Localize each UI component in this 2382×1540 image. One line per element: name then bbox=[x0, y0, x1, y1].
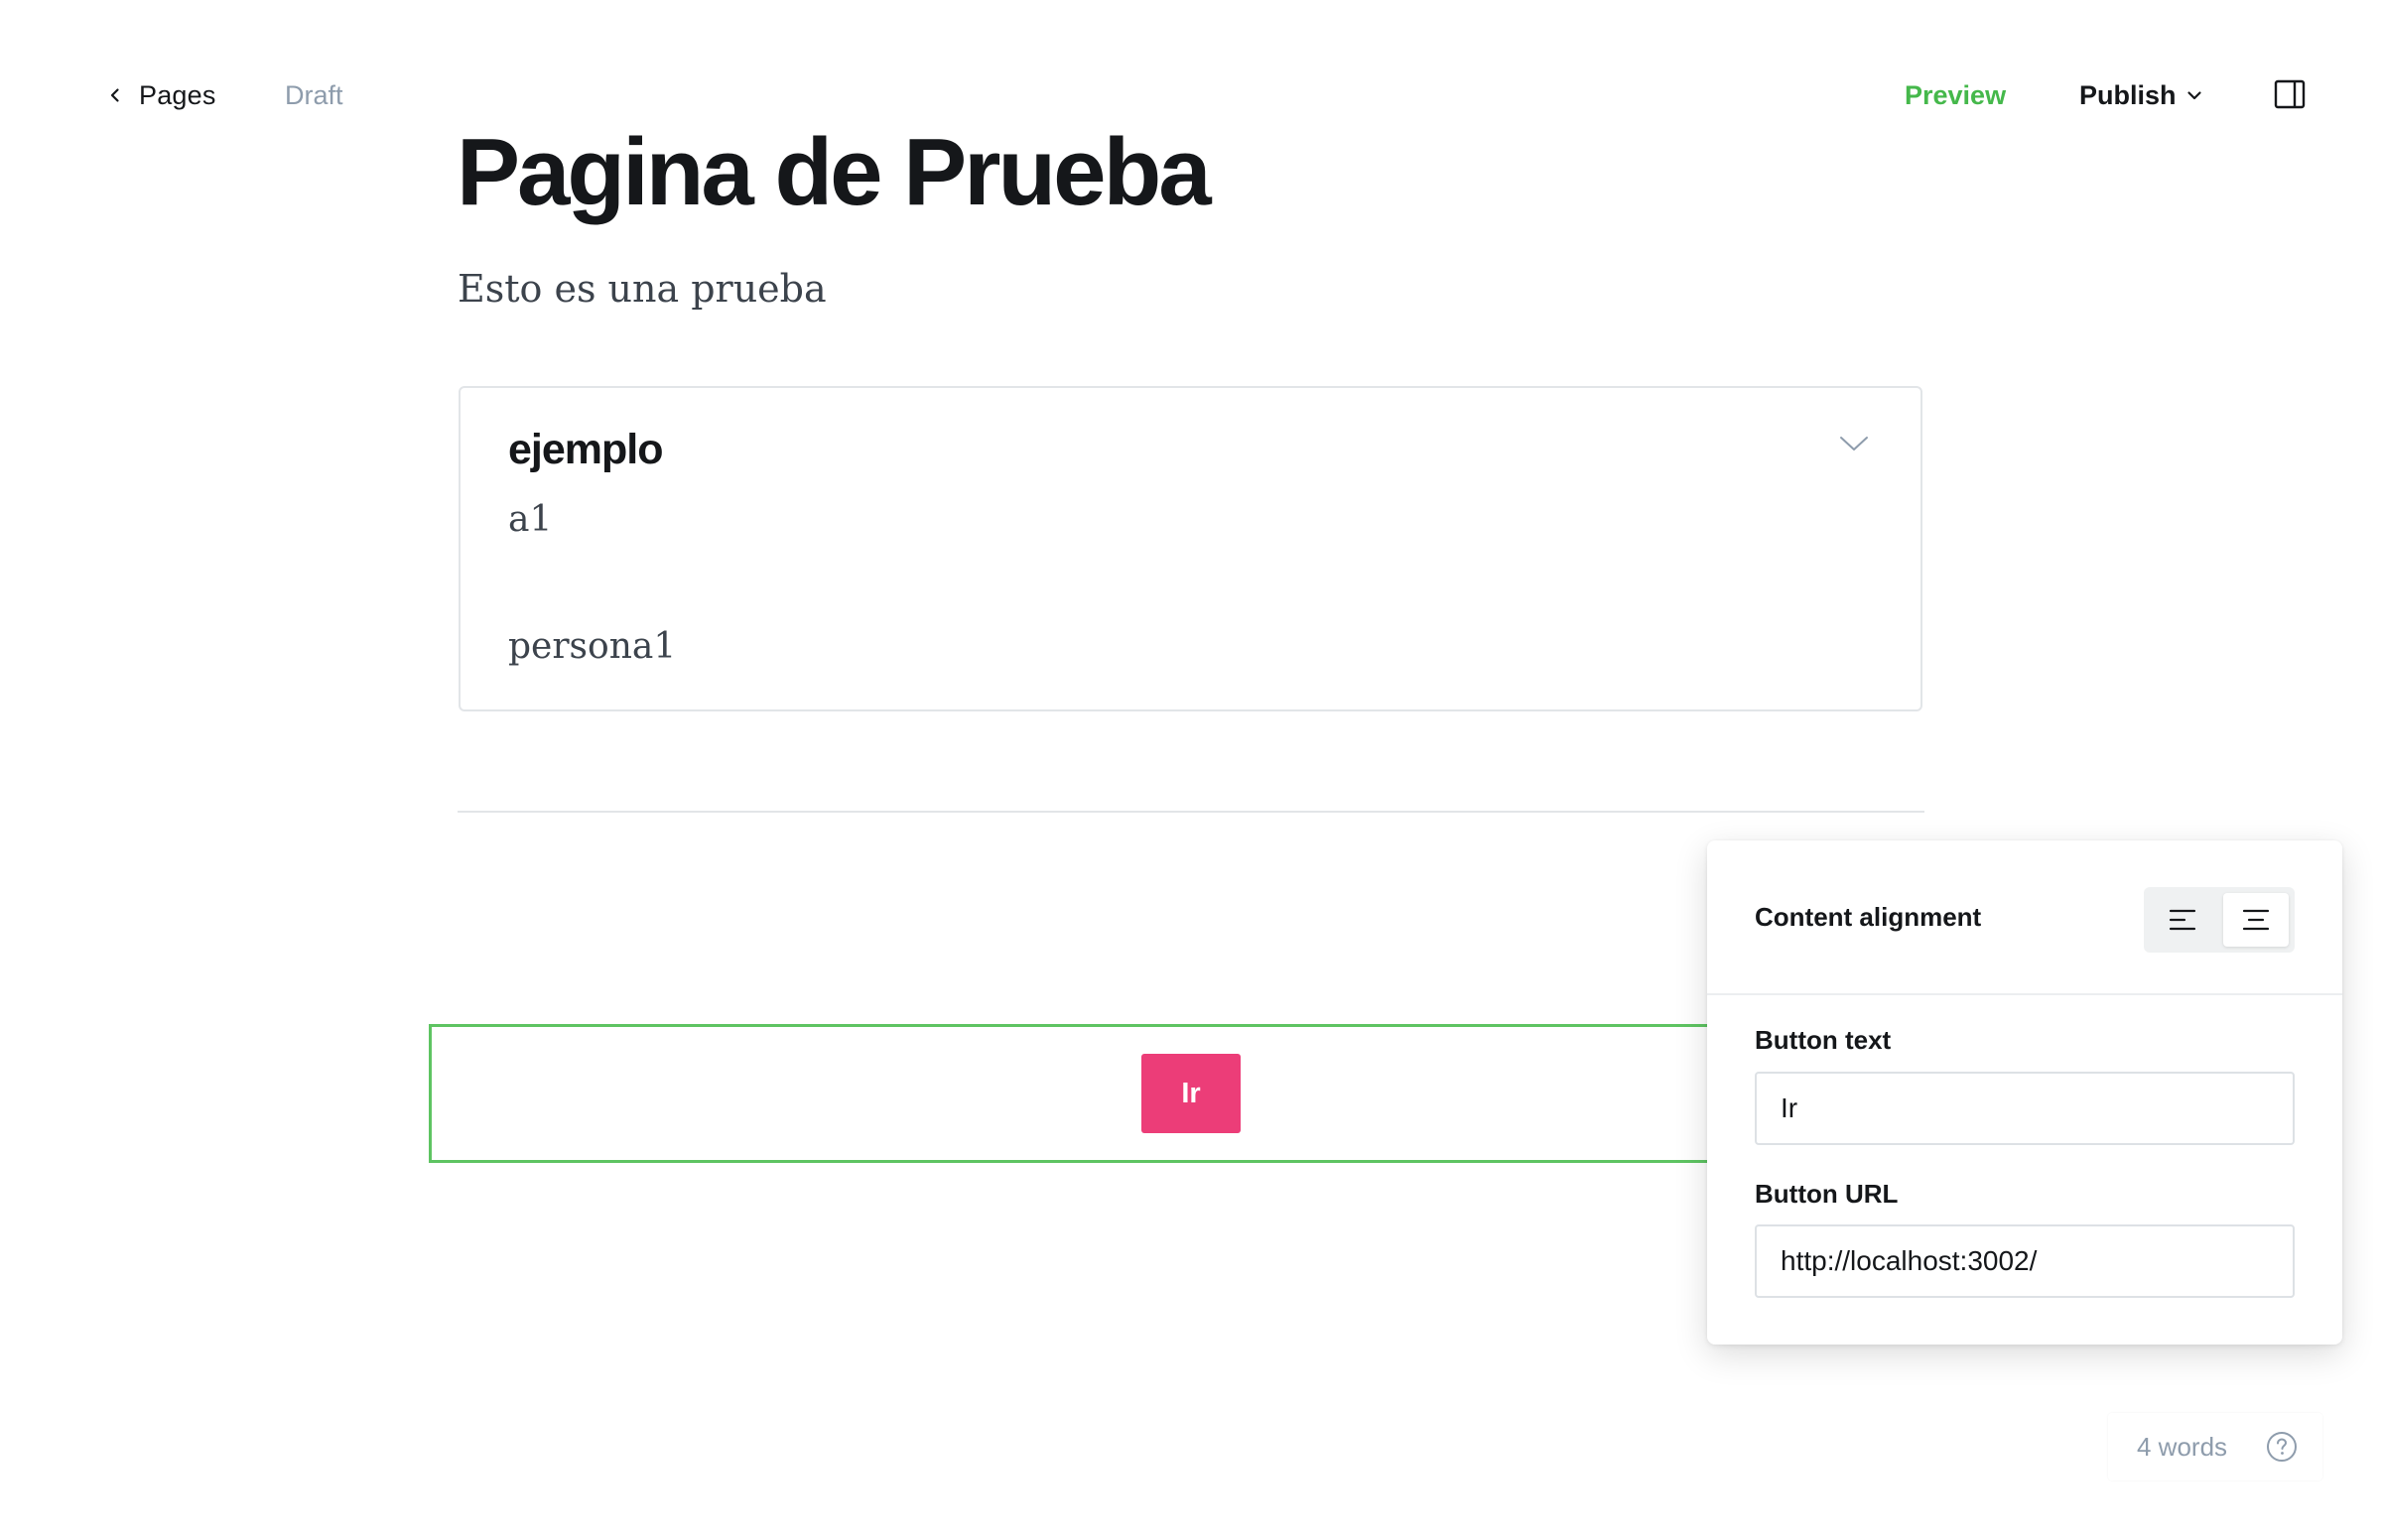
toggle-heading[interactable]: ejemplo bbox=[508, 426, 663, 474]
divider-card[interactable] bbox=[458, 811, 1924, 813]
alignment-segmented-control bbox=[2144, 887, 2295, 953]
post-excerpt[interactable]: Esto es una prueba bbox=[458, 264, 827, 314]
button-text-label: Button text bbox=[1755, 1025, 1892, 1055]
publish-dropdown-button[interactable]: Publish bbox=[2079, 75, 2204, 115]
help-circle-icon[interactable] bbox=[2266, 1431, 2298, 1463]
post-title[interactable]: Pagina de Prueba bbox=[457, 113, 1212, 232]
chevron-down-icon[interactable] bbox=[1838, 428, 1870, 459]
post-status: Draft bbox=[285, 80, 343, 110]
word-count-text: 4 words bbox=[2137, 1431, 2228, 1462]
chevron-down-icon bbox=[2186, 91, 2201, 100]
button-url-input[interactable] bbox=[1755, 1224, 2295, 1298]
button-url-label: Button URL bbox=[1755, 1179, 1899, 1209]
toggle-content-line[interactable]: persona1 bbox=[508, 626, 676, 667]
toggle-card[interactable]: ejemplo a1 persona1 bbox=[459, 386, 1922, 711]
cta-button[interactable]: Ir bbox=[1141, 1054, 1241, 1133]
back-to-pages-link[interactable]: Pages bbox=[105, 75, 216, 115]
content-alignment-row: Content alignment bbox=[1707, 840, 2342, 995]
align-left-icon bbox=[2169, 909, 2196, 931]
button-settings-panel: Content alignment Button text Button URL bbox=[1707, 840, 2342, 1345]
publish-label: Publish bbox=[2079, 79, 2177, 110]
content-alignment-label: Content alignment bbox=[1755, 902, 1982, 932]
word-count-badge: 4 words bbox=[2108, 1413, 2322, 1480]
back-link-label: Pages bbox=[139, 79, 216, 110]
align-left-button[interactable] bbox=[2150, 893, 2215, 947]
chevron-left-icon bbox=[110, 88, 119, 102]
align-center-icon bbox=[2242, 909, 2270, 931]
preview-button[interactable]: Preview bbox=[1905, 75, 2006, 115]
button-text-input[interactable] bbox=[1755, 1072, 2295, 1145]
sidebar-panel-icon[interactable] bbox=[2273, 77, 2307, 111]
align-center-button[interactable] bbox=[2223, 893, 2289, 947]
toggle-content-line[interactable]: a1 bbox=[508, 499, 552, 540]
